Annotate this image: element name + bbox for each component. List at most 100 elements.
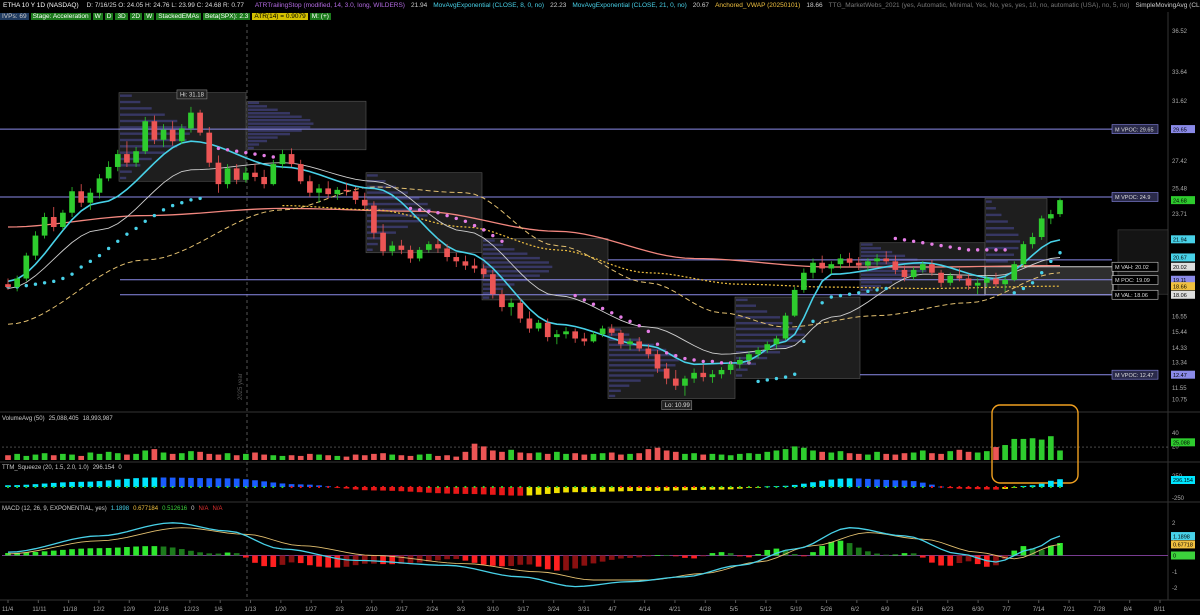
- volume-bar: [965, 451, 972, 460]
- volume-bar: [1048, 436, 1054, 460]
- squeeze-dot: [409, 485, 412, 489]
- volume-profile-bar: [248, 129, 302, 132]
- atr-stop-dot: [481, 228, 486, 232]
- macd-histogram-bar: [1048, 545, 1054, 556]
- volume-bar: [233, 455, 240, 460]
- volume-profile-bar: [986, 220, 1008, 223]
- atr-stop-dot: [985, 248, 989, 252]
- squeeze-dot: [811, 485, 815, 489]
- squeeze-dot: [89, 485, 92, 489]
- volume-bar: [563, 453, 569, 460]
- squeeze-dot: [336, 485, 339, 489]
- atr-stop-dot: [152, 213, 157, 218]
- volume-profile-bar: [861, 284, 882, 288]
- price-tag-label: 20.02: [1173, 265, 1187, 271]
- volume-profile-bar: [861, 250, 893, 254]
- squeeze-dot: [647, 485, 650, 489]
- squeeze-dot: [272, 485, 275, 489]
- squeeze-bar: [188, 477, 194, 487]
- candle: [60, 212, 66, 228]
- macd-histogram-bar: [316, 555, 322, 567]
- atr-stop-dot: [875, 288, 879, 292]
- candle: [764, 344, 771, 350]
- squeeze-dot: [738, 485, 741, 489]
- candle: [590, 334, 597, 342]
- candle: [883, 258, 890, 262]
- volume-bar: [938, 453, 944, 460]
- squeeze-bar: [233, 478, 240, 487]
- lo-label: Lo: 10.99: [665, 403, 691, 409]
- candle: [307, 181, 313, 193]
- squeeze-dot: [381, 485, 385, 489]
- volume-bar: [114, 453, 121, 460]
- macd-histogram-bar: [499, 555, 505, 567]
- volume-bar: [718, 454, 725, 460]
- atr-stop-dot: [161, 208, 166, 212]
- macd-histogram-bar: [618, 555, 624, 559]
- squeeze-dot: [43, 485, 46, 489]
- x-axis-tick: 2/3: [335, 607, 344, 613]
- squeeze-bar: [169, 477, 176, 487]
- candle: [188, 112, 194, 129]
- squeeze-dot: [391, 485, 394, 489]
- squeeze-dot: [720, 485, 723, 489]
- atr-stop-dot: [70, 272, 74, 276]
- squeeze-dot: [930, 485, 934, 489]
- atr-stop-dot: [417, 208, 422, 212]
- macd-histogram-bar: [764, 549, 771, 556]
- volume-bar: [60, 453, 66, 460]
- candle: [224, 168, 231, 185]
- candle: [947, 275, 954, 283]
- volume-bar: [288, 455, 295, 460]
- atr-stop-dot: [866, 289, 870, 294]
- candle: [709, 374, 716, 378]
- x-axis-tick: 6/30: [972, 607, 984, 613]
- volume-bar: [554, 451, 560, 460]
- squeeze-dot: [537, 485, 540, 489]
- squeeze-dot: [290, 485, 293, 489]
- atr-stop-dot: [42, 281, 47, 285]
- macd-histogram-bar: [270, 555, 277, 567]
- volume-profile-bar: [367, 174, 378, 177]
- candle: [462, 261, 469, 266]
- squeeze-dot: [107, 485, 110, 489]
- x-axis-tick: 5/12: [760, 607, 772, 613]
- squeeze-dot: [162, 485, 165, 489]
- candle: [938, 272, 944, 283]
- candle: [983, 278, 990, 283]
- level-label: M VAL: 18.06: [1115, 293, 1148, 299]
- squeeze-dot: [345, 485, 348, 489]
- macd-histogram-bar: [261, 555, 267, 567]
- candle: [691, 372, 697, 379]
- x-axis-tick: 3/3: [457, 607, 466, 613]
- squeeze-bar: [874, 479, 880, 487]
- atr-stop-dot: [262, 153, 266, 158]
- volume-bar: [462, 451, 469, 460]
- candle: [645, 348, 652, 355]
- squeeze-dot: [70, 485, 74, 489]
- volume-bar: [1002, 445, 1008, 460]
- macd-histogram-bar: [755, 554, 761, 556]
- macd-histogram-bar: [279, 555, 286, 565]
- volume-bar: [1057, 450, 1063, 460]
- volume-profile-bar: [248, 143, 260, 146]
- macd-axis-tick: 2: [1172, 521, 1176, 527]
- squeeze-bar: [1057, 479, 1063, 487]
- volume-bar: [691, 453, 697, 460]
- squeeze-dot: [912, 485, 915, 489]
- x-axis-tick: 7/14: [1033, 607, 1045, 613]
- volume-bar: [160, 452, 167, 460]
- candle: [69, 191, 75, 213]
- macd-histogram-bar: [407, 555, 414, 564]
- x-axis-tick: 3/31: [578, 607, 590, 613]
- volume-bar: [974, 452, 981, 460]
- atr-stop-dot: [134, 226, 138, 231]
- volume-bar: [883, 453, 890, 460]
- candle: [160, 129, 167, 140]
- volume-profile-bar: [609, 374, 654, 377]
- chart-canvas[interactable]: 2025 year M VPOC: 29.65 M VPOC: 24.9 M VAH:…: [0, 0, 1200, 615]
- volume-profile-bar: [120, 107, 152, 110]
- macd-histogram-bar: [993, 555, 999, 566]
- macd-histogram-bar: [855, 547, 862, 556]
- macd-histogram-bar: [874, 553, 880, 556]
